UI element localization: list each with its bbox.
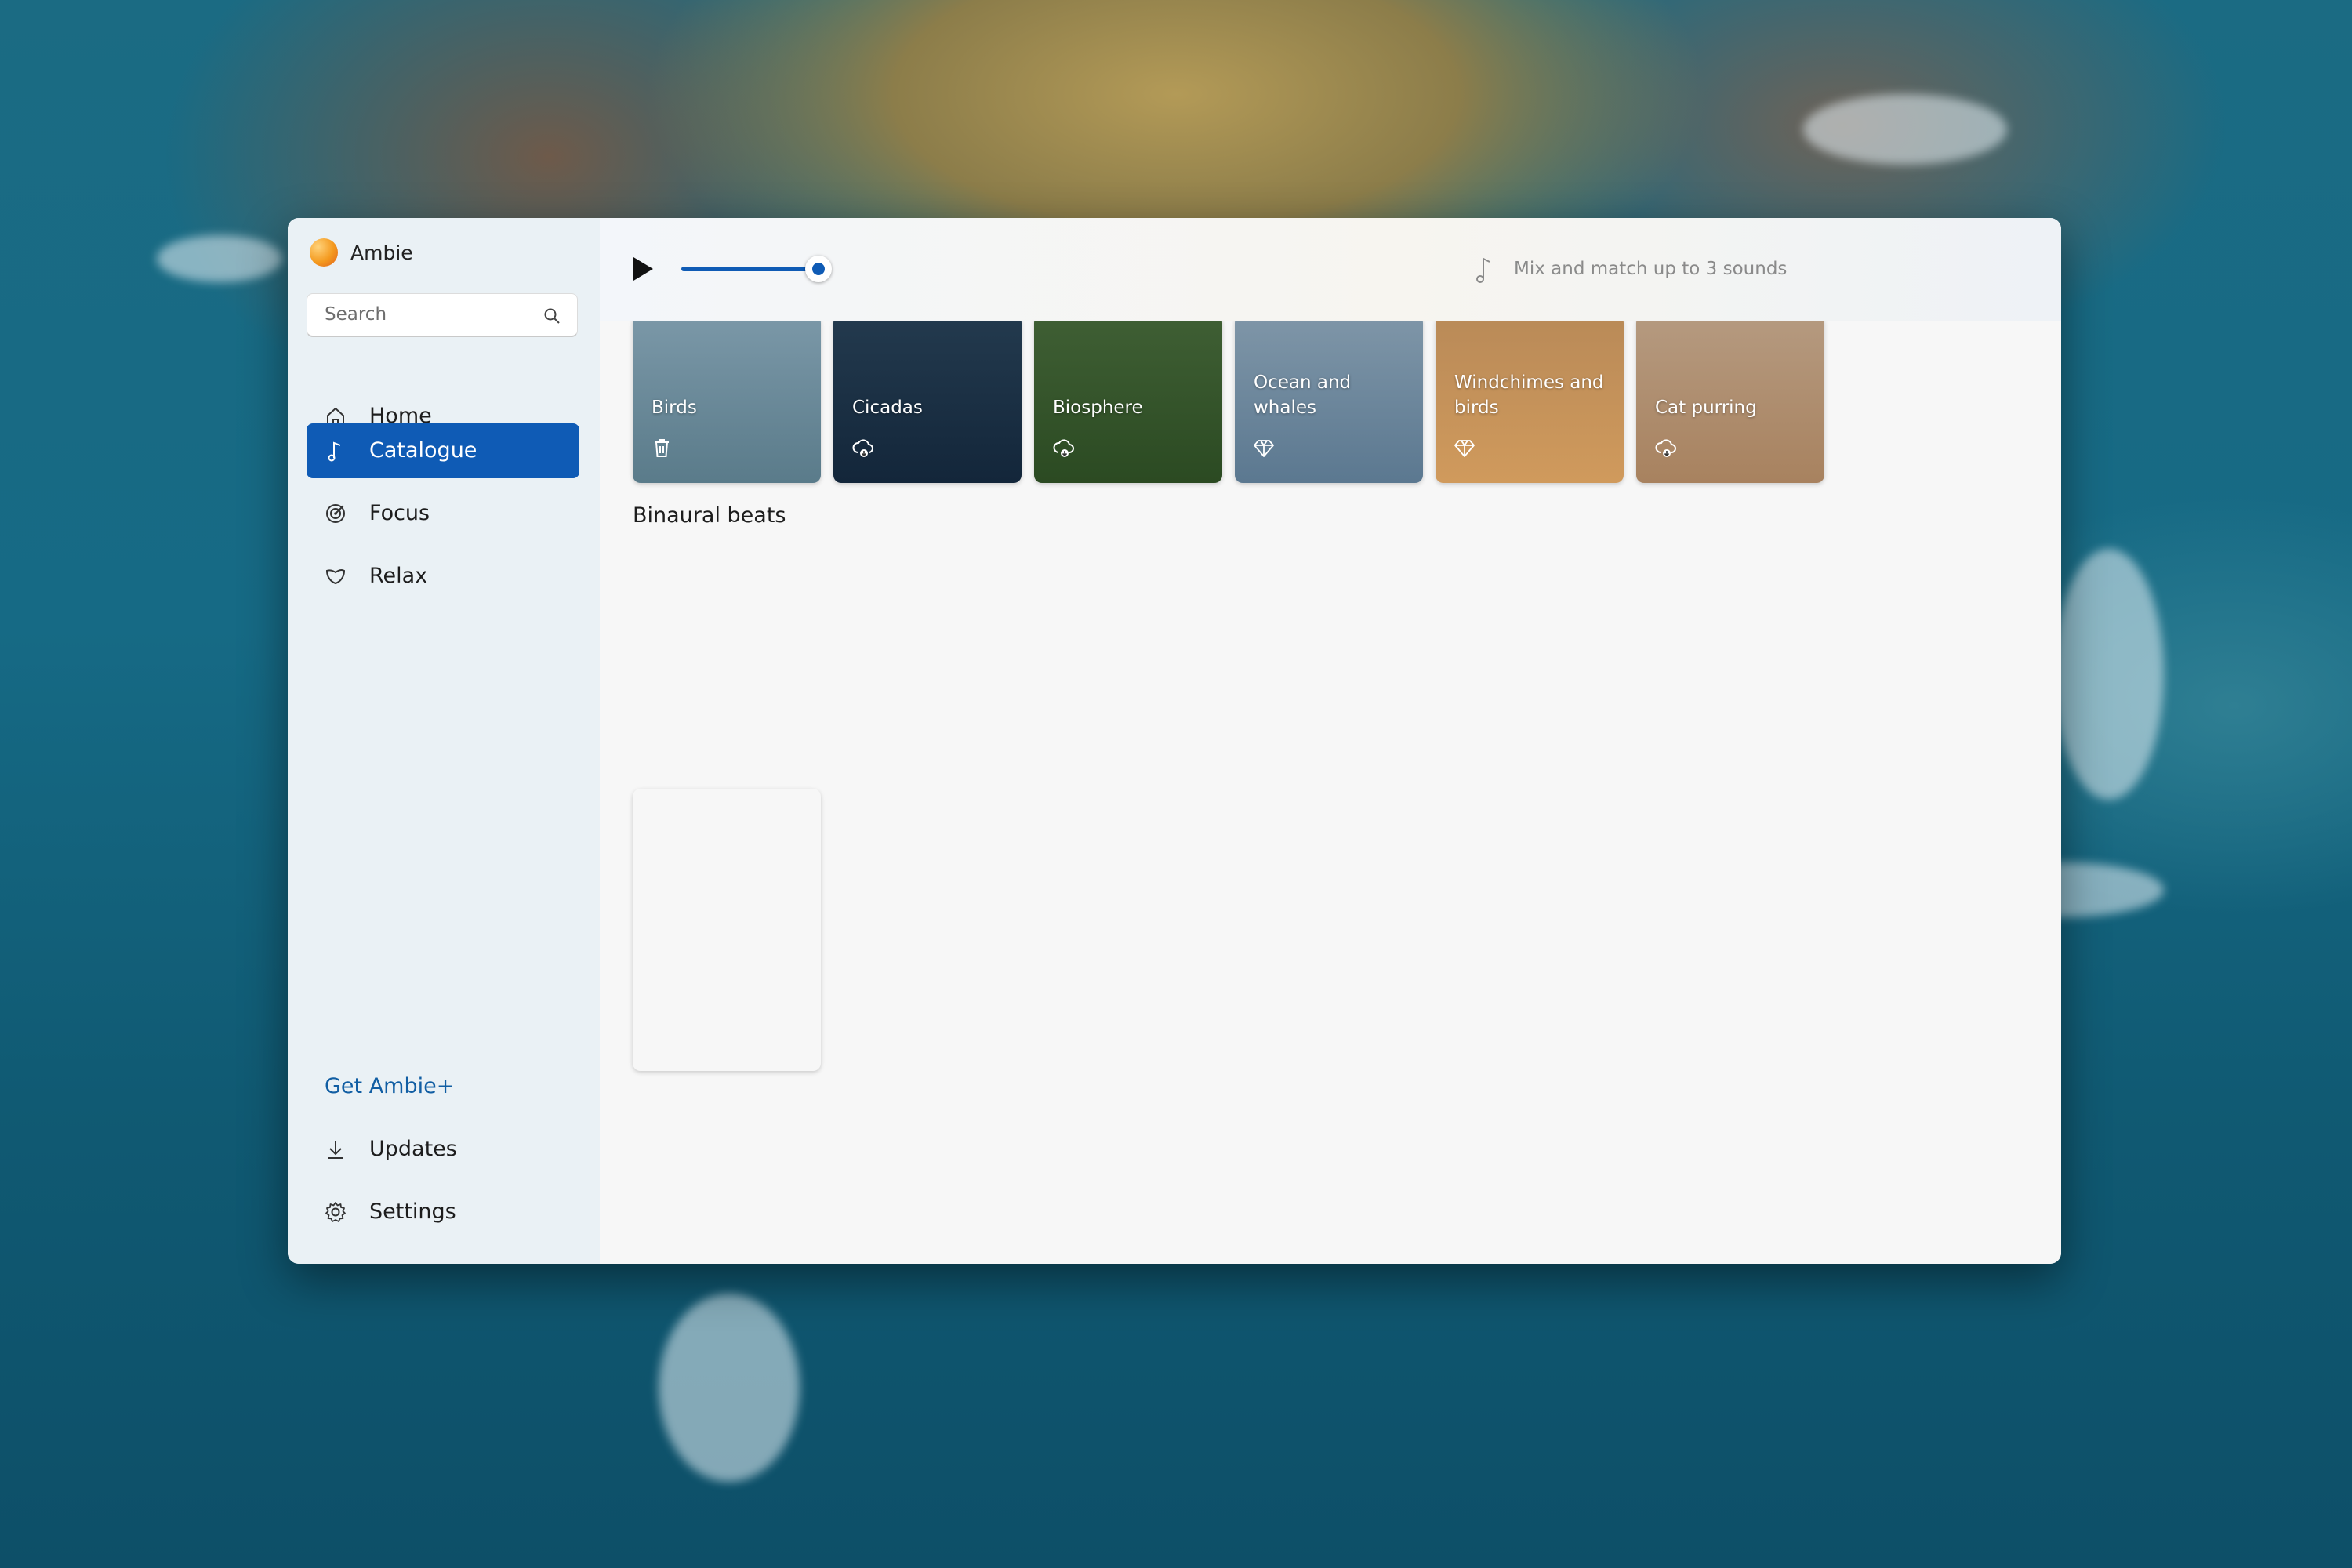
card-title: Ocean and whales — [1254, 372, 1352, 418]
relax-icon — [324, 564, 347, 588]
sound-card-ocean-and-whales[interactable]: Ocean and whales — [1235, 321, 1423, 483]
sound-card-birds[interactable]: Birds — [633, 321, 821, 483]
sound-card-cat-purring[interactable]: Cat purring — [1636, 321, 1824, 483]
cloud-download-icon[interactable] — [1653, 436, 1677, 459]
sound-card-cicadas[interactable]: Cicadas — [833, 321, 1022, 483]
catalogue-content: Birds Cicadas Biosphere Ocean and whales… — [600, 321, 2061, 1264]
card-title: Biosphere — [1053, 397, 1143, 418]
nav-label-updates: Updates — [369, 1137, 457, 1161]
nav-item-focus[interactable]: Focus — [307, 486, 579, 541]
music-note-icon — [1470, 254, 1497, 289]
volume-slider-thumb[interactable] — [805, 256, 832, 282]
card-title: Windchimes and birds — [1454, 372, 1604, 418]
search-icon[interactable] — [543, 307, 561, 328]
play-button[interactable] — [631, 256, 655, 285]
nav-label-focus: Focus — [369, 501, 430, 525]
cloud-download-icon[interactable] — [851, 436, 874, 459]
nav-label-relax: Relax — [369, 564, 428, 588]
sound-card-biosphere[interactable]: Biosphere — [1034, 321, 1222, 483]
sound-card-creative[interactable] — [633, 789, 821, 1071]
search-box[interactable] — [307, 293, 578, 337]
cloud-download-icon[interactable] — [1051, 436, 1075, 459]
wallpaper-foam — [2054, 549, 2164, 800]
delete-icon[interactable] — [650, 436, 673, 459]
diamond-icon[interactable] — [1252, 436, 1276, 459]
get-ambie-plus-link[interactable]: Get Ambie+ — [325, 1074, 454, 1098]
wallpaper-foam — [659, 1294, 800, 1482]
ambie-logo-icon — [310, 238, 338, 267]
ambie-window: Ambie Home Catalogue Focus — [288, 218, 2061, 1264]
sidebar: Ambie Home Catalogue Focus — [288, 218, 600, 1264]
nav-label-catalogue: Catalogue — [369, 438, 477, 463]
section-title-binaural: Binaural beats — [633, 503, 786, 528]
card-title: Cat purring — [1655, 397, 1757, 418]
player-bar: Mix and match up to 3 sounds — [600, 218, 2061, 322]
nav-item-settings[interactable]: Settings — [307, 1185, 579, 1240]
volume-slider-track[interactable] — [681, 267, 815, 271]
app-title: Ambie — [350, 241, 413, 264]
nav-item-catalogue[interactable]: Catalogue — [307, 423, 579, 478]
nav-label-settings: Settings — [369, 1200, 456, 1224]
diamond-icon[interactable] — [1453, 436, 1476, 459]
music-note-icon — [324, 439, 347, 463]
card-title: Birds — [652, 397, 697, 418]
nav-item-relax[interactable]: Relax — [307, 549, 579, 604]
download-icon — [324, 1138, 347, 1161]
target-icon — [324, 502, 347, 525]
sound-card-windchimes-and-birds[interactable]: Windchimes and birds — [1436, 321, 1624, 483]
mix-hint: Mix and match up to 3 sounds — [1514, 259, 1788, 279]
wallpaper-foam — [1803, 94, 2007, 165]
search-input[interactable] — [323, 303, 538, 325]
card-title: Cicadas — [852, 397, 923, 418]
wallpaper-foam — [157, 235, 282, 282]
gear-icon — [324, 1200, 347, 1224]
nav-item-updates[interactable]: Updates — [307, 1122, 579, 1177]
